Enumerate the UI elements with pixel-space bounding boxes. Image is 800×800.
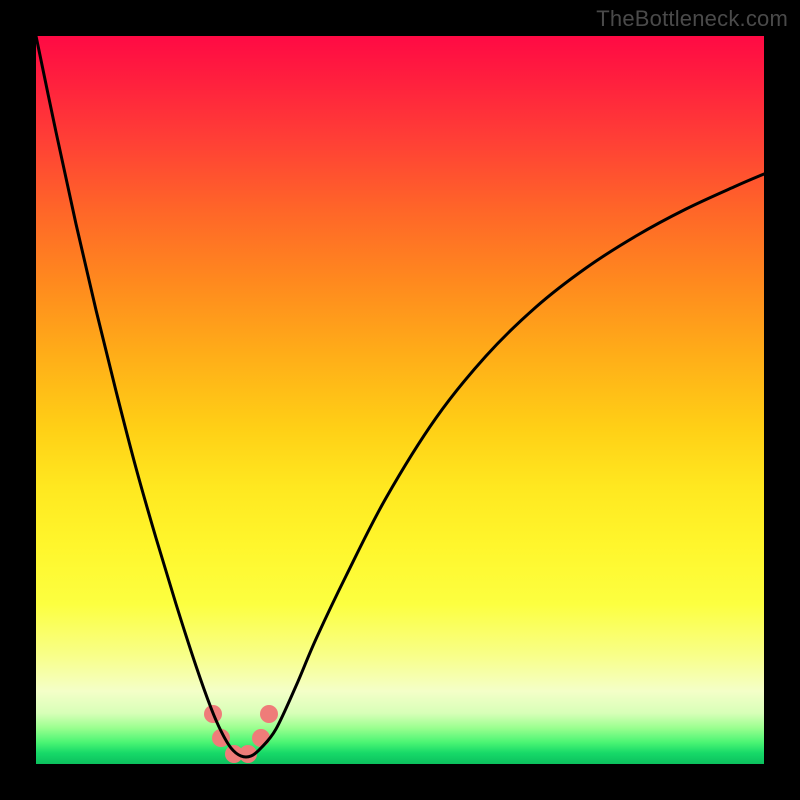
curve-end-marker <box>260 705 278 723</box>
watermark-text: TheBottleneck.com <box>596 6 788 32</box>
marker-group <box>204 705 278 763</box>
outer-frame: TheBottleneck.com <box>0 0 800 800</box>
curve-end-marker <box>252 729 270 747</box>
curve-svg <box>36 36 764 764</box>
plot-area <box>36 36 764 764</box>
bottleneck-curve <box>36 36 764 757</box>
